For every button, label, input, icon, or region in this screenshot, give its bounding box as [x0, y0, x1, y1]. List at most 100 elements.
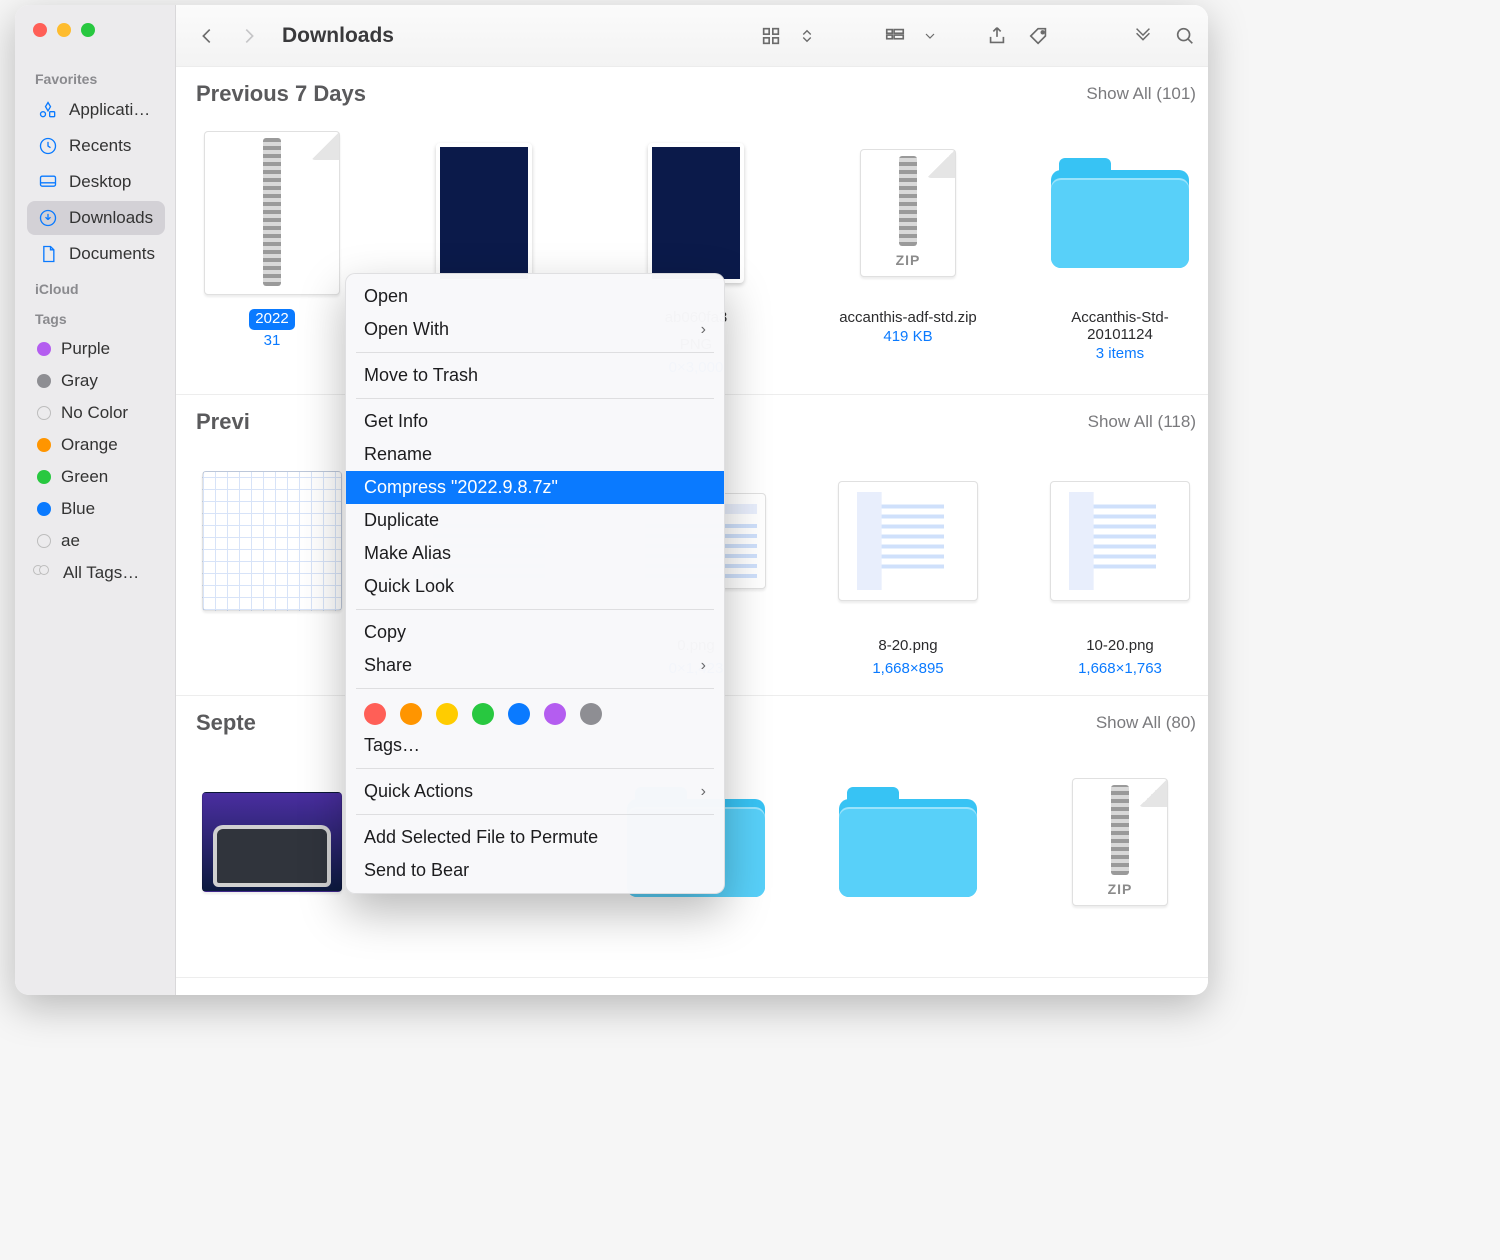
file-item[interactable]: 8-20.png1,668×895	[832, 451, 984, 677]
sidebar-item-label: Documents	[69, 244, 155, 264]
tag-color-swatch[interactable]	[364, 703, 386, 725]
sidebar-item-label: Orange	[61, 435, 118, 455]
context-menu-item[interactable]: Open With ›	[346, 313, 724, 346]
sidebar-item-applications[interactable]: Applicati…	[27, 93, 165, 127]
close-window-icon[interactable]	[33, 23, 47, 37]
context-menu-label: Add Selected File to Permute	[364, 827, 598, 848]
more-button[interactable]	[1128, 21, 1158, 51]
toolbar: Downloads	[176, 5, 1208, 67]
sidebar-tag-no-color[interactable]: No Color	[27, 397, 165, 429]
clock-icon	[37, 135, 59, 157]
context-menu-item[interactable]: Tags…	[346, 729, 724, 762]
tag-color-dot	[37, 406, 51, 420]
tag-button[interactable]	[1024, 21, 1054, 51]
sidebar-section-tags: Tags	[27, 303, 165, 331]
tag-color-dot	[37, 438, 51, 452]
context-menu-label: Open With	[364, 319, 449, 340]
context-menu-label: Compress "2022.9.8.7z"	[364, 477, 558, 498]
tag-color-swatch[interactable]	[400, 703, 422, 725]
context-menu-item[interactable]: Send to Bear	[346, 854, 724, 887]
file-thumbnail: ZIP	[828, 123, 988, 303]
context-menu-item[interactable]: Quick Actions›	[346, 775, 724, 808]
group-title: Previ	[196, 409, 250, 435]
window-controls	[27, 17, 165, 61]
tag-color-dot	[37, 502, 51, 516]
show-all-button[interactable]: Show All (80)	[1096, 713, 1196, 733]
share-button[interactable]	[982, 21, 1012, 51]
sidebar-tag-purple[interactable]: Purple	[27, 333, 165, 365]
sidebar-item-label: Purple	[61, 339, 110, 359]
sidebar-item-label: Downloads	[69, 208, 153, 228]
sidebar-tag-gray[interactable]: Gray	[27, 365, 165, 397]
folder-icon	[1040, 123, 1200, 303]
sidebar-item-desktop[interactable]: Desktop	[27, 165, 165, 199]
tag-color-swatch[interactable]	[508, 703, 530, 725]
sidebar-tag-green[interactable]: Green	[27, 461, 165, 493]
sidebar-item-recents[interactable]: Recents	[27, 129, 165, 163]
group-title: Septe	[196, 710, 256, 736]
file-info: 1,668×895	[872, 660, 943, 677]
finder-window: Favorites Applicati… Recents Desktop Dow…	[15, 5, 1208, 995]
search-button[interactable]	[1170, 21, 1200, 51]
file-item[interactable]	[196, 752, 348, 959]
file-item[interactable]	[832, 752, 984, 959]
forward-button[interactable]	[234, 21, 264, 51]
context-menu-item[interactable]: Duplicate	[346, 504, 724, 537]
file-name: 2022	[249, 309, 294, 330]
tag-color-swatch[interactable]	[544, 703, 566, 725]
context-menu-label: Send to Bear	[364, 860, 469, 881]
context-menu-label: Share	[364, 655, 412, 676]
tag-color-dot	[37, 342, 51, 356]
sidebar-item-label: Recents	[69, 136, 131, 156]
folder-icon	[828, 752, 988, 932]
context-menu-item[interactable]: Rename	[346, 438, 724, 471]
file-item[interactable]: 10-20.png1,668×1,763	[1044, 451, 1196, 677]
tag-color-dot	[37, 374, 51, 388]
context-tag-colors	[346, 695, 724, 729]
sidebar-tag-ae[interactable]: ae	[27, 525, 165, 557]
context-menu-item[interactable]: Move to Trash	[346, 359, 724, 392]
file-thumbnail	[192, 451, 352, 631]
file-item[interactable]: ZIPaccanthis-adf-std.zip419 KB	[832, 123, 984, 376]
context-menu[interactable]: Open Open With › Move to Trash Get InfoRenam…	[345, 273, 725, 894]
context-menu-item[interactable]: Copy	[346, 616, 724, 649]
back-button[interactable]	[192, 21, 222, 51]
sidebar-tag-all-tags-[interactable]: All Tags…	[27, 557, 165, 589]
context-menu-item[interactable]: Quick Look	[346, 570, 724, 603]
minimize-window-icon[interactable]	[57, 23, 71, 37]
context-menu-label: Quick Look	[364, 576, 454, 597]
context-menu-item[interactable]: Compress "2022.9.8.7z"	[346, 471, 724, 504]
view-switcher-icon[interactable]	[798, 21, 816, 51]
show-all-button[interactable]: Show All (101)	[1086, 84, 1196, 104]
group-by-button[interactable]	[880, 21, 910, 51]
sidebar-item-label: Applicati…	[69, 100, 150, 120]
sidebar-tag-blue[interactable]: Blue	[27, 493, 165, 525]
chevron-right-icon: ›	[701, 321, 706, 339]
sidebar-section-favorites: Favorites	[27, 63, 165, 91]
file-thumbnail	[192, 123, 352, 303]
file-item[interactable]: 2022 31	[196, 123, 348, 376]
sidebar-tag-orange[interactable]: Orange	[27, 429, 165, 461]
sidebar-item-documents[interactable]: Documents	[27, 237, 165, 271]
tag-color-swatch[interactable]	[472, 703, 494, 725]
file-item[interactable]: Accanthis-Std-201011243 items	[1044, 123, 1196, 376]
view-icons-button[interactable]	[756, 21, 786, 51]
tag-color-swatch[interactable]	[436, 703, 458, 725]
tag-color-swatch[interactable]	[580, 703, 602, 725]
file-name: Accanthis-Std-20101124	[1044, 309, 1196, 343]
context-menu-item[interactable]: Share›	[346, 649, 724, 682]
fullscreen-window-icon[interactable]	[81, 23, 95, 37]
file-item[interactable]	[196, 451, 348, 677]
sidebar-item-downloads[interactable]: Downloads	[27, 201, 165, 235]
context-menu-item[interactable]: Get Info	[346, 405, 724, 438]
sidebar-item-label: No Color	[61, 403, 128, 423]
context-menu-label: Open	[364, 286, 408, 307]
context-menu-item[interactable]: Add Selected File to Permute	[346, 821, 724, 854]
context-menu-label: Duplicate	[364, 510, 439, 531]
chevron-down-icon[interactable]	[922, 21, 938, 51]
file-item[interactable]: ZIP	[1044, 752, 1196, 959]
show-all-button[interactable]: Show All (118)	[1088, 412, 1196, 432]
context-menu-item[interactable]: Open	[346, 280, 724, 313]
file-info: 31	[264, 332, 281, 349]
context-menu-item[interactable]: Make Alias	[346, 537, 724, 570]
